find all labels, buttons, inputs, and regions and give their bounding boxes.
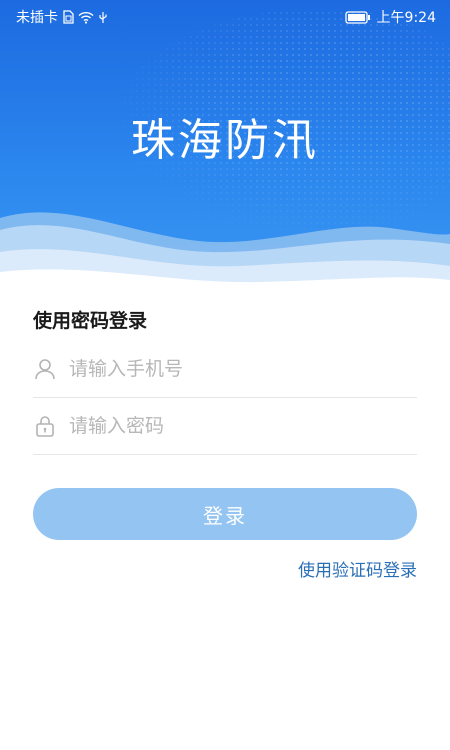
user-icon [33, 357, 57, 381]
battery-icon [344, 10, 371, 24]
lock-icon [33, 414, 57, 438]
sim-icon [62, 10, 74, 24]
wifi-icon [78, 11, 94, 24]
login-button[interactable]: 登录 [33, 488, 417, 540]
status-time: 上午9:24 [376, 10, 436, 26]
app-title: 珠海防汛 [131, 115, 319, 166]
phone-input[interactable] [67, 357, 391, 381]
usb-icon [98, 11, 108, 24]
carrier-text: 未插卡 [16, 10, 58, 26]
wave-decoration [0, 212, 450, 300]
status-bar: 未插卡 上午9:24 [0, 0, 450, 32]
password-field [33, 398, 417, 455]
form-title: 使用密码登录 [33, 310, 148, 332]
sms-code-login-link[interactable]: 使用验证码登录 [298, 556, 417, 581]
password-input[interactable] [67, 414, 391, 438]
login-form: 使用密码登录 [33, 300, 417, 455]
phone-field [33, 341, 417, 398]
